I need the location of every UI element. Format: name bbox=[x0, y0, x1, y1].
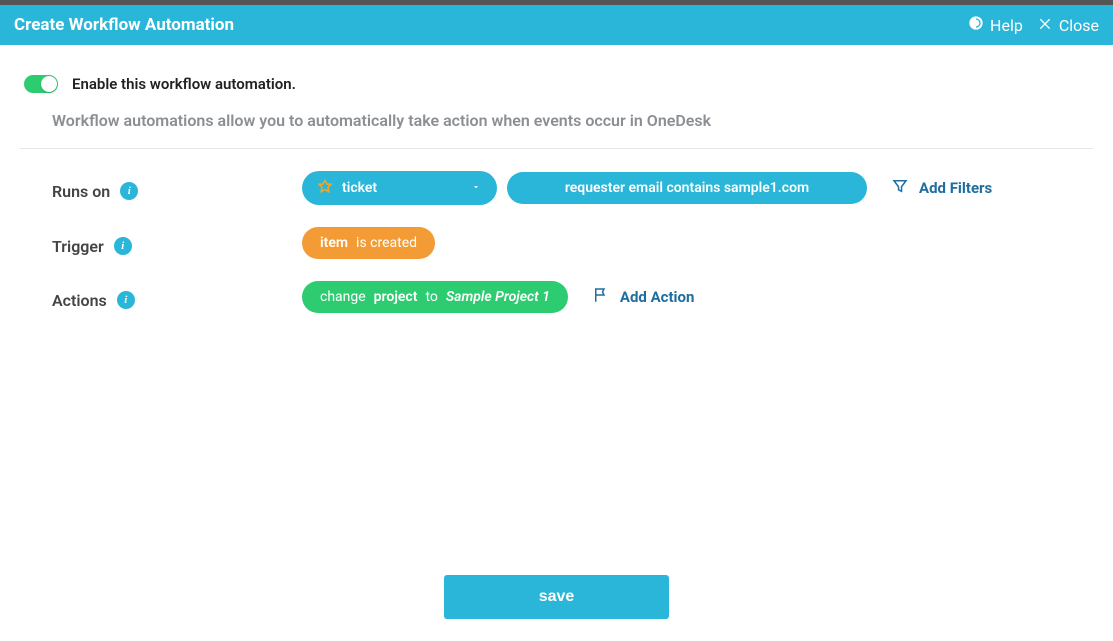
trigger-item-label: item bbox=[320, 235, 348, 251]
close-icon bbox=[1037, 15, 1053, 35]
action-prefix: change bbox=[320, 289, 366, 305]
trigger-label: Trigger bbox=[52, 237, 104, 256]
body-container: Enable this workflow automation. Workflo… bbox=[0, 45, 1113, 313]
divider bbox=[20, 148, 1093, 149]
enable-label: Enable this workflow automation. bbox=[72, 75, 296, 93]
actions-label: Actions bbox=[52, 291, 107, 310]
trigger-content: item is created bbox=[302, 227, 1093, 259]
save-row: save bbox=[0, 575, 1113, 619]
trigger-label-row: Trigger i bbox=[52, 227, 302, 259]
runs-on-content: ticket requester email contains sample1.… bbox=[302, 171, 1093, 205]
runs-on-filter-text: requester email contains sample1.com bbox=[565, 180, 809, 196]
enable-row: Enable this workflow automation. bbox=[20, 65, 1093, 111]
add-filters-button[interactable]: Add Filters bbox=[891, 177, 992, 199]
header-actions: Help Close bbox=[968, 15, 1099, 35]
add-action-button[interactable]: Add Action bbox=[592, 286, 695, 308]
enable-toggle[interactable] bbox=[24, 75, 58, 93]
close-button[interactable]: Close bbox=[1037, 15, 1099, 35]
actions-label-row: Actions i bbox=[52, 281, 302, 313]
info-icon[interactable]: i bbox=[114, 237, 132, 255]
runs-on-label: Runs on bbox=[52, 182, 110, 201]
add-action-label: Add Action bbox=[620, 288, 695, 306]
action-value: Sample Project 1 bbox=[446, 289, 550, 305]
help-button[interactable]: Help bbox=[968, 15, 1023, 35]
action-pill[interactable]: change project to Sample Project 1 bbox=[302, 281, 568, 313]
form-grid: Runs on i ticket requester email contain… bbox=[20, 171, 1093, 313]
runs-on-filter-pill[interactable]: requester email contains sample1.com bbox=[507, 172, 867, 204]
trigger-pill[interactable]: item is created bbox=[302, 227, 435, 259]
actions-content: change project to Sample Project 1 Add A… bbox=[302, 281, 1093, 313]
runs-on-type-dropdown[interactable]: ticket bbox=[302, 171, 497, 205]
filter-icon bbox=[891, 177, 909, 199]
header-bar: Create Workflow Automation Help Close bbox=[0, 5, 1113, 45]
ticket-icon bbox=[316, 179, 334, 197]
action-mid: to bbox=[425, 289, 437, 305]
save-button[interactable]: save bbox=[444, 575, 669, 619]
toggle-knob bbox=[41, 76, 57, 92]
action-field: project bbox=[374, 289, 418, 305]
runs-on-type-label: ticket bbox=[342, 180, 377, 196]
info-icon[interactable]: i bbox=[120, 182, 138, 200]
chevron-down-icon bbox=[471, 180, 481, 196]
add-filters-label: Add Filters bbox=[919, 179, 992, 197]
info-icon[interactable]: i bbox=[117, 291, 135, 309]
description-text: Workflow automations allow you to automa… bbox=[20, 111, 1093, 148]
help-icon bbox=[968, 15, 984, 35]
help-label: Help bbox=[990, 16, 1023, 35]
runs-on-label-row: Runs on i bbox=[52, 171, 302, 205]
close-label: Close bbox=[1059, 16, 1099, 35]
trigger-suffix: is created bbox=[356, 235, 417, 251]
flag-icon bbox=[592, 286, 610, 308]
page-title: Create Workflow Automation bbox=[14, 15, 234, 35]
